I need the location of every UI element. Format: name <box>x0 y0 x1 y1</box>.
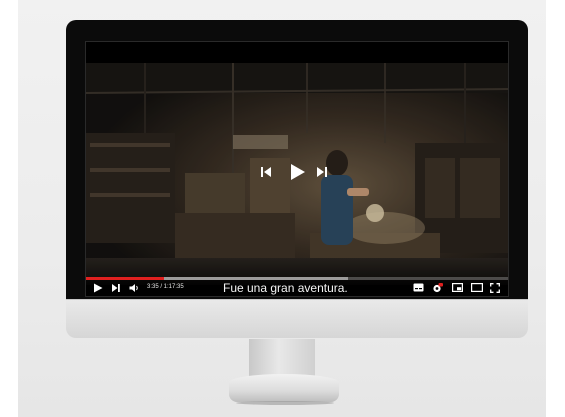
subtitle-text: Fue una gran aventura. <box>223 281 348 295</box>
center-play-icon[interactable] <box>288 163 306 181</box>
stand-shadow <box>236 401 334 405</box>
time-display: 3:35 / 1:17:35 <box>147 284 184 290</box>
video-player[interactable]: 3:35 / 1:17:35 Fue una gran aventura. <box>85 41 509 297</box>
imac-monitor: 3:35 / 1:17:35 Fue una gran aventura. <box>66 20 528 338</box>
next-icon[interactable] <box>316 166 328 178</box>
miniplayer-icon[interactable] <box>452 283 463 292</box>
monitor-chin <box>66 299 528 338</box>
monitor-stand-base <box>229 374 339 402</box>
subtitles-icon[interactable] <box>413 283 424 292</box>
volume-icon[interactable] <box>129 283 140 293</box>
theater-mode-icon[interactable] <box>471 283 483 292</box>
fullscreen-icon[interactable] <box>490 283 500 293</box>
controls-bar: 3:35 / 1:17:35 Fue una gran aventura. <box>85 280 509 297</box>
settings-icon[interactable] <box>432 283 443 293</box>
play-icon[interactable] <box>93 283 103 293</box>
monitor-stand-neck <box>249 339 315 379</box>
center-controls <box>85 63 509 285</box>
next-video-icon[interactable] <box>111 283 121 293</box>
video-frame[interactable] <box>85 63 509 285</box>
previous-icon[interactable] <box>260 166 272 178</box>
